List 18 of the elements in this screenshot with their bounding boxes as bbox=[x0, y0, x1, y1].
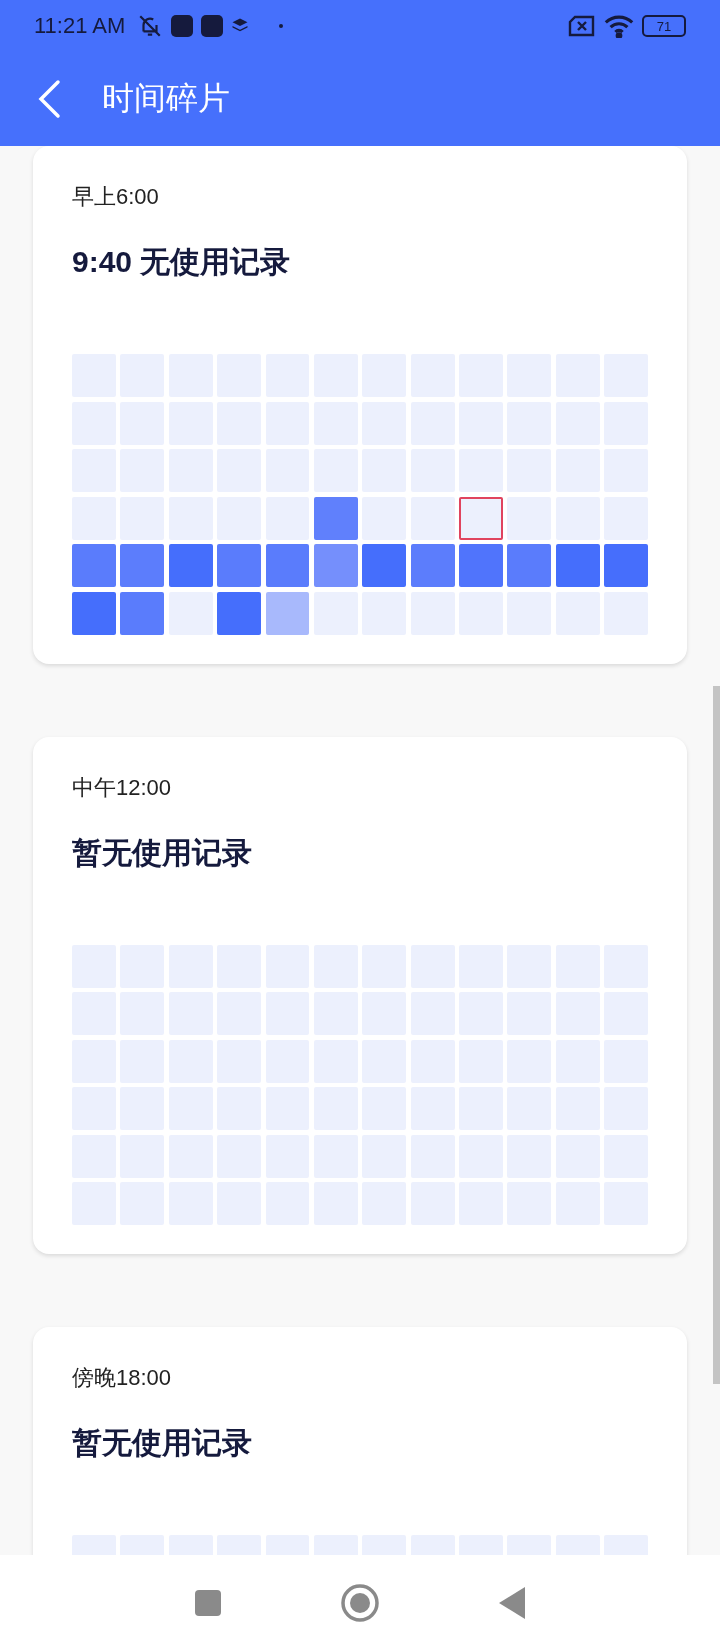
period-label: 傍晚18:00 bbox=[72, 1364, 173, 1392]
period-label: 早上6:00 bbox=[72, 183, 160, 211]
usage-summary: 暂无使用记录 bbox=[72, 834, 253, 871]
home-button[interactable] bbox=[340, 1582, 380, 1623]
status-time: 11:21 AM bbox=[34, 13, 126, 39]
recents-button[interactable] bbox=[194, 1588, 222, 1617]
back-nav-button[interactable] bbox=[498, 1585, 526, 1620]
battery-indicator: 71 bbox=[642, 15, 686, 37]
usage-summary: 9:40 无使用记录 bbox=[72, 244, 292, 280]
app-notification-icon bbox=[171, 15, 194, 37]
app-notification-icon bbox=[201, 15, 224, 37]
sim-card-x-icon bbox=[568, 15, 596, 37]
back-button[interactable] bbox=[36, 79, 62, 119]
period-label: 中午12:00 bbox=[72, 773, 173, 802]
more-notifications-icon bbox=[279, 24, 284, 28]
wifi-icon bbox=[604, 14, 634, 38]
page-title: 时间碎片 bbox=[102, 79, 230, 118]
usage-summary: 暂无使用记录 bbox=[72, 1425, 253, 1461]
